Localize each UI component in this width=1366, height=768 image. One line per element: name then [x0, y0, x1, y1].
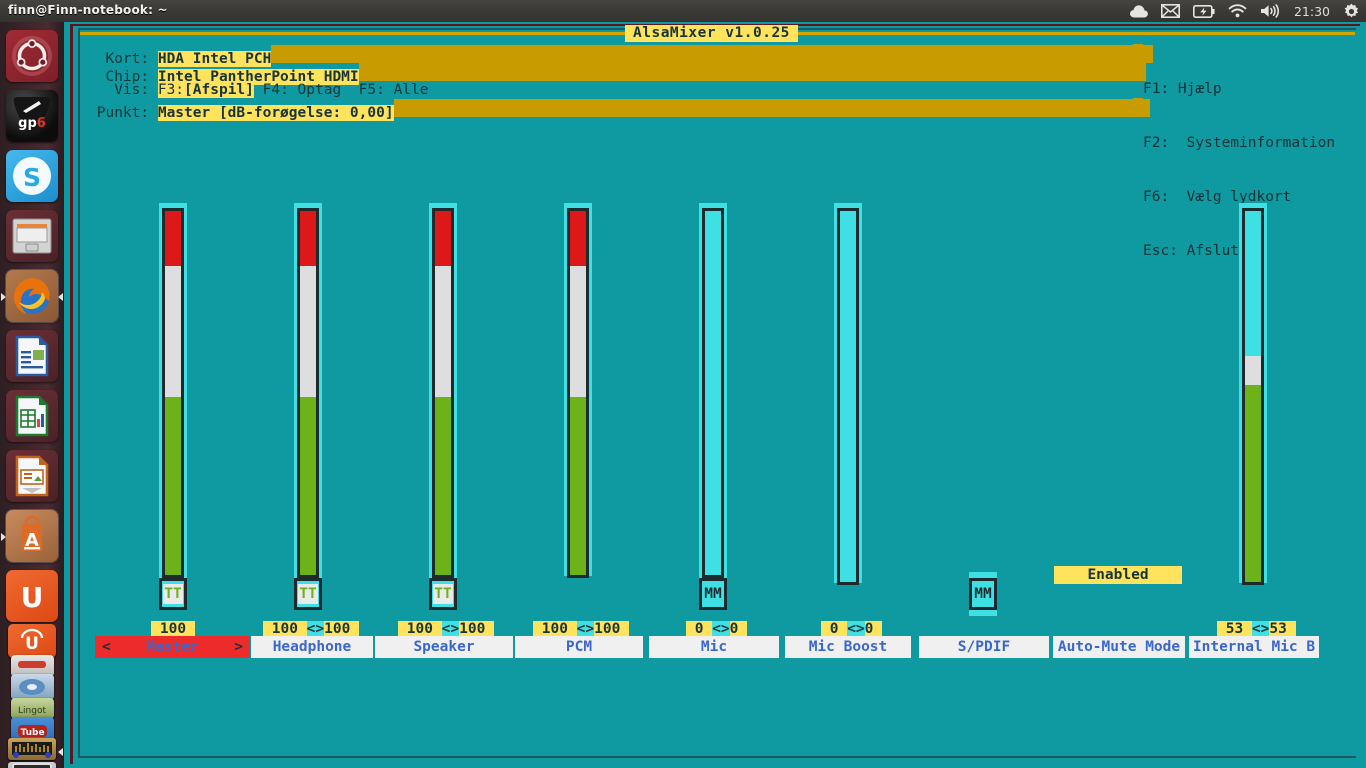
- value-separator: <>: [306, 621, 325, 637]
- mute-indicator[interactable]: TT: [294, 578, 322, 610]
- bar-segment-green: [1245, 385, 1261, 582]
- bar-segment-red: [570, 211, 586, 266]
- scroll-right-arrow[interactable]: >: [234, 636, 243, 658]
- bar-segment-green: [165, 396, 181, 575]
- channel-volume-bar[interactable]: [162, 208, 184, 578]
- bar-segment-gray: [300, 265, 316, 397]
- value-right: 0: [729, 621, 748, 637]
- channel-name-s-pdif[interactable]: S/PDIF: [919, 636, 1049, 658]
- value-separator: <>: [847, 621, 865, 637]
- value-left: 100: [263, 621, 307, 637]
- value-left: 0: [821, 621, 848, 637]
- channel-name-master[interactable]: < Master >: [95, 636, 250, 658]
- value-right: 0: [864, 621, 883, 637]
- mute-text-unmuted: TT: [298, 583, 318, 605]
- value-separator: <>: [712, 621, 730, 637]
- scroll-left-arrow[interactable]: <: [102, 636, 111, 658]
- mixer-strips: TT 100 < Master > TT 100 <>100 Headphone TT …: [0, 0, 1366, 768]
- channel-name-headphone[interactable]: Headphone: [251, 636, 373, 658]
- mute-indicator[interactable]: MM: [969, 578, 997, 610]
- mute-indicator[interactable]: TT: [429, 578, 457, 610]
- channel-volume-bar[interactable]: [567, 208, 589, 578]
- bar-segment-gray: [570, 265, 586, 397]
- channel-name-internal-mic-b[interactable]: Internal Mic B: [1189, 636, 1319, 658]
- bar-segment-red: [300, 211, 316, 266]
- channel-volume-bar[interactable]: [837, 208, 859, 585]
- channel-label: PCM: [565, 639, 593, 655]
- channel-label: Mic: [700, 639, 728, 655]
- bar-segment-green: [570, 396, 586, 575]
- value-separator: <>: [441, 621, 460, 637]
- bar-segment-red: [165, 211, 181, 266]
- channel-label: Headphone: [272, 639, 352, 655]
- value-separator: <>: [1251, 621, 1270, 637]
- alsamixer-title: AlsaMixer v1.0.25: [625, 25, 798, 42]
- channel-name-pcm[interactable]: PCM: [515, 636, 643, 658]
- channel-name-speaker[interactable]: Speaker: [375, 636, 513, 658]
- value-left: 0: [686, 621, 713, 637]
- title-rule-left: [80, 32, 625, 35]
- channel-volume-bar[interactable]: [702, 208, 724, 578]
- value-right: 100: [594, 621, 630, 637]
- value-right: 53: [1269, 621, 1296, 637]
- channel-name-mic-boost[interactable]: Mic Boost: [785, 636, 911, 658]
- value-left: 100: [151, 621, 195, 637]
- channel-volume-bar[interactable]: [1242, 208, 1264, 585]
- enum-value[interactable]: Enabled: [1054, 566, 1182, 584]
- mute-text-muted: MM: [704, 585, 722, 602]
- channel-name-auto-mute-mode[interactable]: Auto-Mute Mode: [1053, 636, 1185, 658]
- mute-text-unmuted: TT: [433, 583, 453, 605]
- mute-indicator[interactable]: TT: [159, 578, 187, 610]
- value-left: 100: [398, 621, 442, 637]
- channel-label: Internal Mic B: [1192, 639, 1316, 655]
- bar-segment-gray: [165, 265, 181, 397]
- value-right: 100: [459, 621, 495, 637]
- channel-volume-bar[interactable]: [297, 208, 319, 578]
- bar-segment-red: [435, 211, 451, 266]
- desktop-screen: finn@Finn-notebook: ~ 21:30 gp6 S A U U …: [0, 0, 1366, 768]
- channel-label: S/PDIF: [957, 639, 1011, 655]
- mute-indicator[interactable]: MM: [699, 578, 727, 610]
- channel-label: Speaker: [413, 639, 475, 655]
- value-right: 100: [324, 621, 360, 637]
- channel-label: Auto-Mute Mode: [1057, 639, 1181, 655]
- channel-label: Master: [146, 639, 199, 655]
- channel-label: Mic Boost: [808, 639, 888, 655]
- bar-segment-gray: [435, 265, 451, 397]
- mute-text-unmuted: TT: [163, 583, 183, 605]
- channel-volume-bar[interactable]: [432, 208, 454, 578]
- value-separator: <>: [576, 621, 595, 637]
- value-left: 100: [533, 621, 577, 637]
- mute-text-muted: MM: [974, 585, 992, 602]
- value-left: 53: [1217, 621, 1252, 637]
- bar-segment-gray: [1245, 355, 1261, 386]
- title-rule-right: [795, 32, 1355, 35]
- channel-name-mic[interactable]: Mic: [649, 636, 779, 658]
- bar-segment-green: [300, 396, 316, 575]
- bar-segment-green: [435, 396, 451, 575]
